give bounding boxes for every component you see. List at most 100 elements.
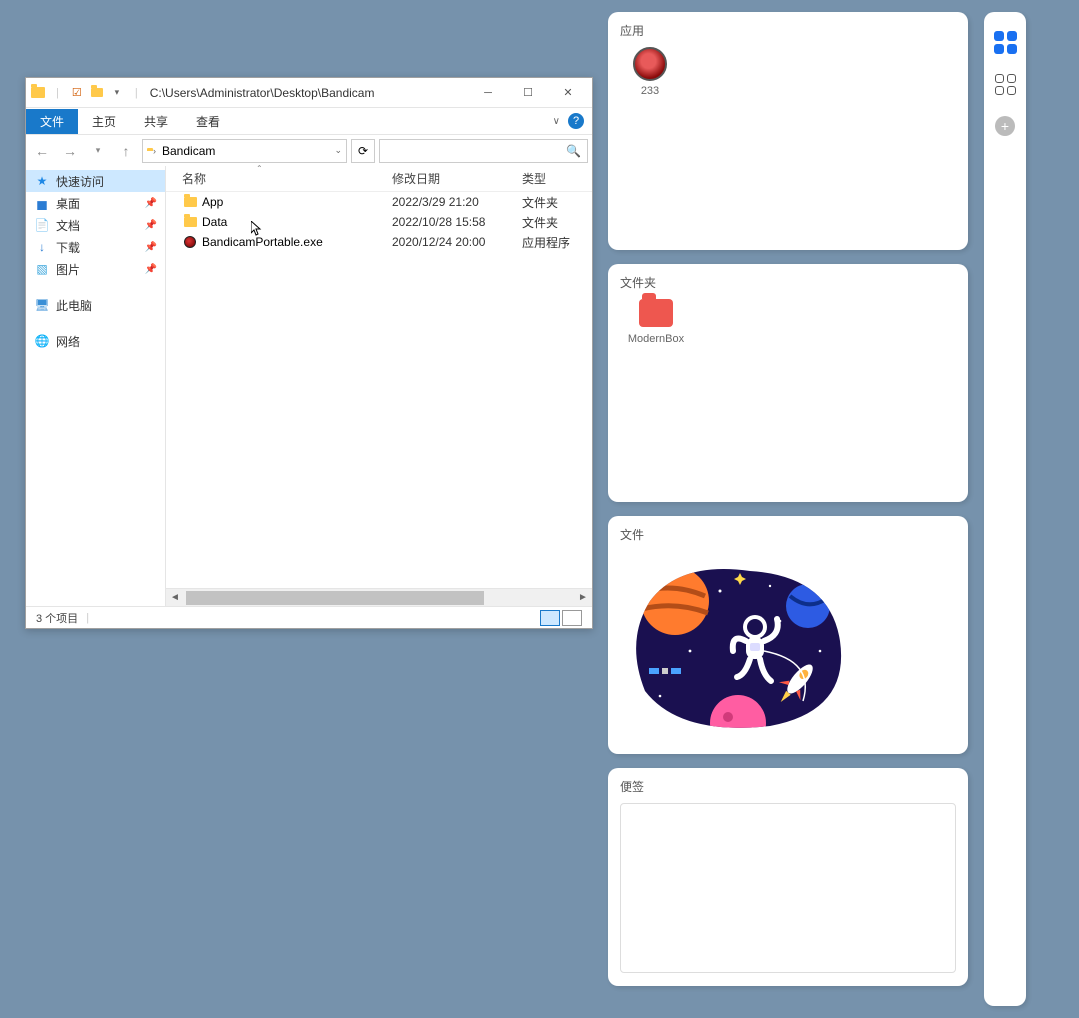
- ribbon: 文件 主页 共享 查看 ∨ ?: [26, 108, 592, 134]
- file-type: 文件夹: [522, 194, 558, 211]
- col-name[interactable]: 名称: [182, 170, 392, 187]
- status-text: 3 个项目: [36, 610, 78, 626]
- recent-dropdown[interactable]: ▾: [86, 139, 110, 163]
- window-title: C:\Users\Administrator\Desktop\Bandicam: [150, 86, 375, 100]
- pin-icon: 📌: [145, 220, 157, 231]
- file-row-data[interactable]: Data 2022/10/28 15:58 文件夹: [166, 212, 592, 232]
- up-button[interactable]: ↑: [114, 139, 138, 163]
- chevron-down-icon[interactable]: ⌄: [334, 145, 342, 156]
- file-row-bandicam-exe[interactable]: BandicamPortable.exe 2020/12/24 20:00 应用…: [166, 232, 592, 252]
- download-icon: ↓: [34, 239, 50, 255]
- nav-documents[interactable]: 📄 文档 📌: [26, 214, 165, 236]
- sort-indicator-icon: ⌃: [256, 164, 263, 173]
- col-date[interactable]: 修改日期: [392, 170, 522, 187]
- folder-item-modernbox[interactable]: ModernBox: [620, 299, 692, 345]
- app-label: 233: [641, 85, 659, 97]
- add-button[interactable]: +: [993, 114, 1017, 138]
- nav-label: 下载: [56, 239, 80, 256]
- folder-icon: [182, 217, 198, 227]
- folder-icon: [30, 85, 46, 101]
- column-headers[interactable]: ⌃ 名称 修改日期 类型: [166, 166, 592, 192]
- pictures-icon: ▧: [34, 261, 50, 277]
- nav-pictures[interactable]: ▧ 图片 📌: [26, 258, 165, 280]
- nav-desktop[interactable]: ▅ 桌面 📌: [26, 192, 165, 214]
- nav-this-pc[interactable]: 🖥 此电脑: [26, 294, 165, 316]
- nav-label: 此电脑: [56, 297, 92, 314]
- network-icon: 🌐: [34, 333, 50, 349]
- nav-label: 文档: [56, 217, 80, 234]
- scroll-left-icon[interactable]: ◄: [166, 592, 184, 603]
- tab-home[interactable]: 主页: [78, 109, 130, 134]
- notes-textarea[interactable]: [620, 803, 956, 973]
- tab-share[interactable]: 共享: [130, 109, 182, 134]
- plus-icon: +: [995, 116, 1015, 136]
- scroll-right-icon[interactable]: ►: [574, 592, 592, 603]
- widget-title: 文件夹: [620, 274, 956, 291]
- folder-label: ModernBox: [628, 333, 684, 345]
- details-view-button[interactable]: [540, 610, 560, 626]
- address-field[interactable]: › Bandicam ⌄: [142, 139, 347, 163]
- file-type: 应用程序: [522, 234, 570, 251]
- nav-label: 快速访问: [56, 173, 104, 190]
- tab-file[interactable]: 文件: [26, 109, 78, 134]
- widget-panel: 应用 233 文件夹 ModernBox 文件: [608, 12, 968, 986]
- apps-widget: 应用 233: [608, 12, 968, 250]
- notes-widget: 便签: [608, 768, 968, 986]
- file-row-app[interactable]: App 2022/3/29 21:20 文件夹: [166, 192, 592, 212]
- back-button[interactable]: ←: [30, 139, 54, 163]
- exe-icon: [182, 236, 198, 248]
- file-explorer-window: | ☑ ▾ | C:\Users\Administrator\Desktop\B…: [25, 77, 593, 629]
- folder-icon: [639, 299, 673, 327]
- breadcrumb[interactable]: Bandicam: [162, 144, 215, 158]
- pin-icon: 📌: [145, 198, 157, 209]
- file-name: App: [202, 195, 223, 209]
- chevron-right-icon: ›: [153, 146, 156, 156]
- desktop-icon: ▅: [34, 195, 50, 211]
- pin-icon: 📌: [145, 264, 157, 275]
- widgets-grid-button[interactable]: [993, 72, 1017, 96]
- file-date: 2022/10/28 15:58: [392, 215, 522, 229]
- minimize-button[interactable]: ─: [468, 79, 508, 107]
- star-icon: ★: [34, 173, 50, 189]
- file-type: 文件夹: [522, 214, 558, 231]
- space-illustration: [620, 561, 850, 731]
- file-date: 2022/3/29 21:20: [392, 195, 522, 209]
- help-icon[interactable]: ?: [568, 113, 584, 129]
- col-type[interactable]: 类型: [522, 170, 592, 187]
- checkmark-icon: ☑: [69, 85, 85, 101]
- file-date: 2020/12/24 20:00: [392, 235, 522, 249]
- apps-grid-button[interactable]: [993, 30, 1017, 54]
- app-item-233[interactable]: 233: [620, 47, 680, 97]
- file-name: Data: [202, 215, 227, 229]
- close-button[interactable]: ✕: [548, 79, 588, 107]
- folder-small-icon: [89, 85, 105, 101]
- chevron-down-icon[interactable]: ∨: [553, 116, 560, 127]
- scroll-thumb[interactable]: [186, 591, 484, 605]
- horizontal-scrollbar[interactable]: ◄ ►: [166, 588, 592, 606]
- nav-label: 桌面: [56, 195, 80, 212]
- nav-downloads[interactable]: ↓ 下载 📌: [26, 236, 165, 258]
- files-widget: 文件: [608, 516, 968, 754]
- folder-icon: [182, 197, 198, 207]
- maximize-button[interactable]: ☐: [508, 79, 548, 107]
- nav-quick-access[interactable]: ★ 快速访问: [26, 170, 165, 192]
- search-icon: 🔍: [566, 144, 581, 158]
- nav-network[interactable]: 🌐 网络: [26, 330, 165, 352]
- nav-label: 图片: [56, 261, 80, 278]
- refresh-button[interactable]: ⟳: [351, 139, 375, 163]
- file-list: ⌃ 名称 修改日期 类型 App 2022/3/29 21:20 文件夹 Dat…: [166, 166, 592, 606]
- launcher-bar: +: [984, 12, 1026, 1006]
- navigation-pane: ★ 快速访问 ▅ 桌面 📌 📄 文档 📌 ↓ 下载 📌: [26, 166, 166, 606]
- dropdown-icon[interactable]: ▾: [109, 85, 125, 101]
- search-field[interactable]: 🔍: [379, 139, 588, 163]
- pin-icon: 📌: [145, 242, 157, 253]
- status-bar: 3 个项目 |: [26, 606, 592, 628]
- widget-title: 文件: [620, 526, 956, 543]
- tab-view[interactable]: 查看: [182, 109, 234, 134]
- titlebar[interactable]: | ☑ ▾ | C:\Users\Administrator\Desktop\B…: [26, 78, 592, 108]
- large-icons-view-button[interactable]: [562, 610, 582, 626]
- address-bar: ← → ▾ ↑ › Bandicam ⌄ ⟳ 🔍: [26, 134, 592, 166]
- nav-label: 网络: [56, 333, 80, 350]
- folders-widget: 文件夹 ModernBox: [608, 264, 968, 502]
- forward-button[interactable]: →: [58, 139, 82, 163]
